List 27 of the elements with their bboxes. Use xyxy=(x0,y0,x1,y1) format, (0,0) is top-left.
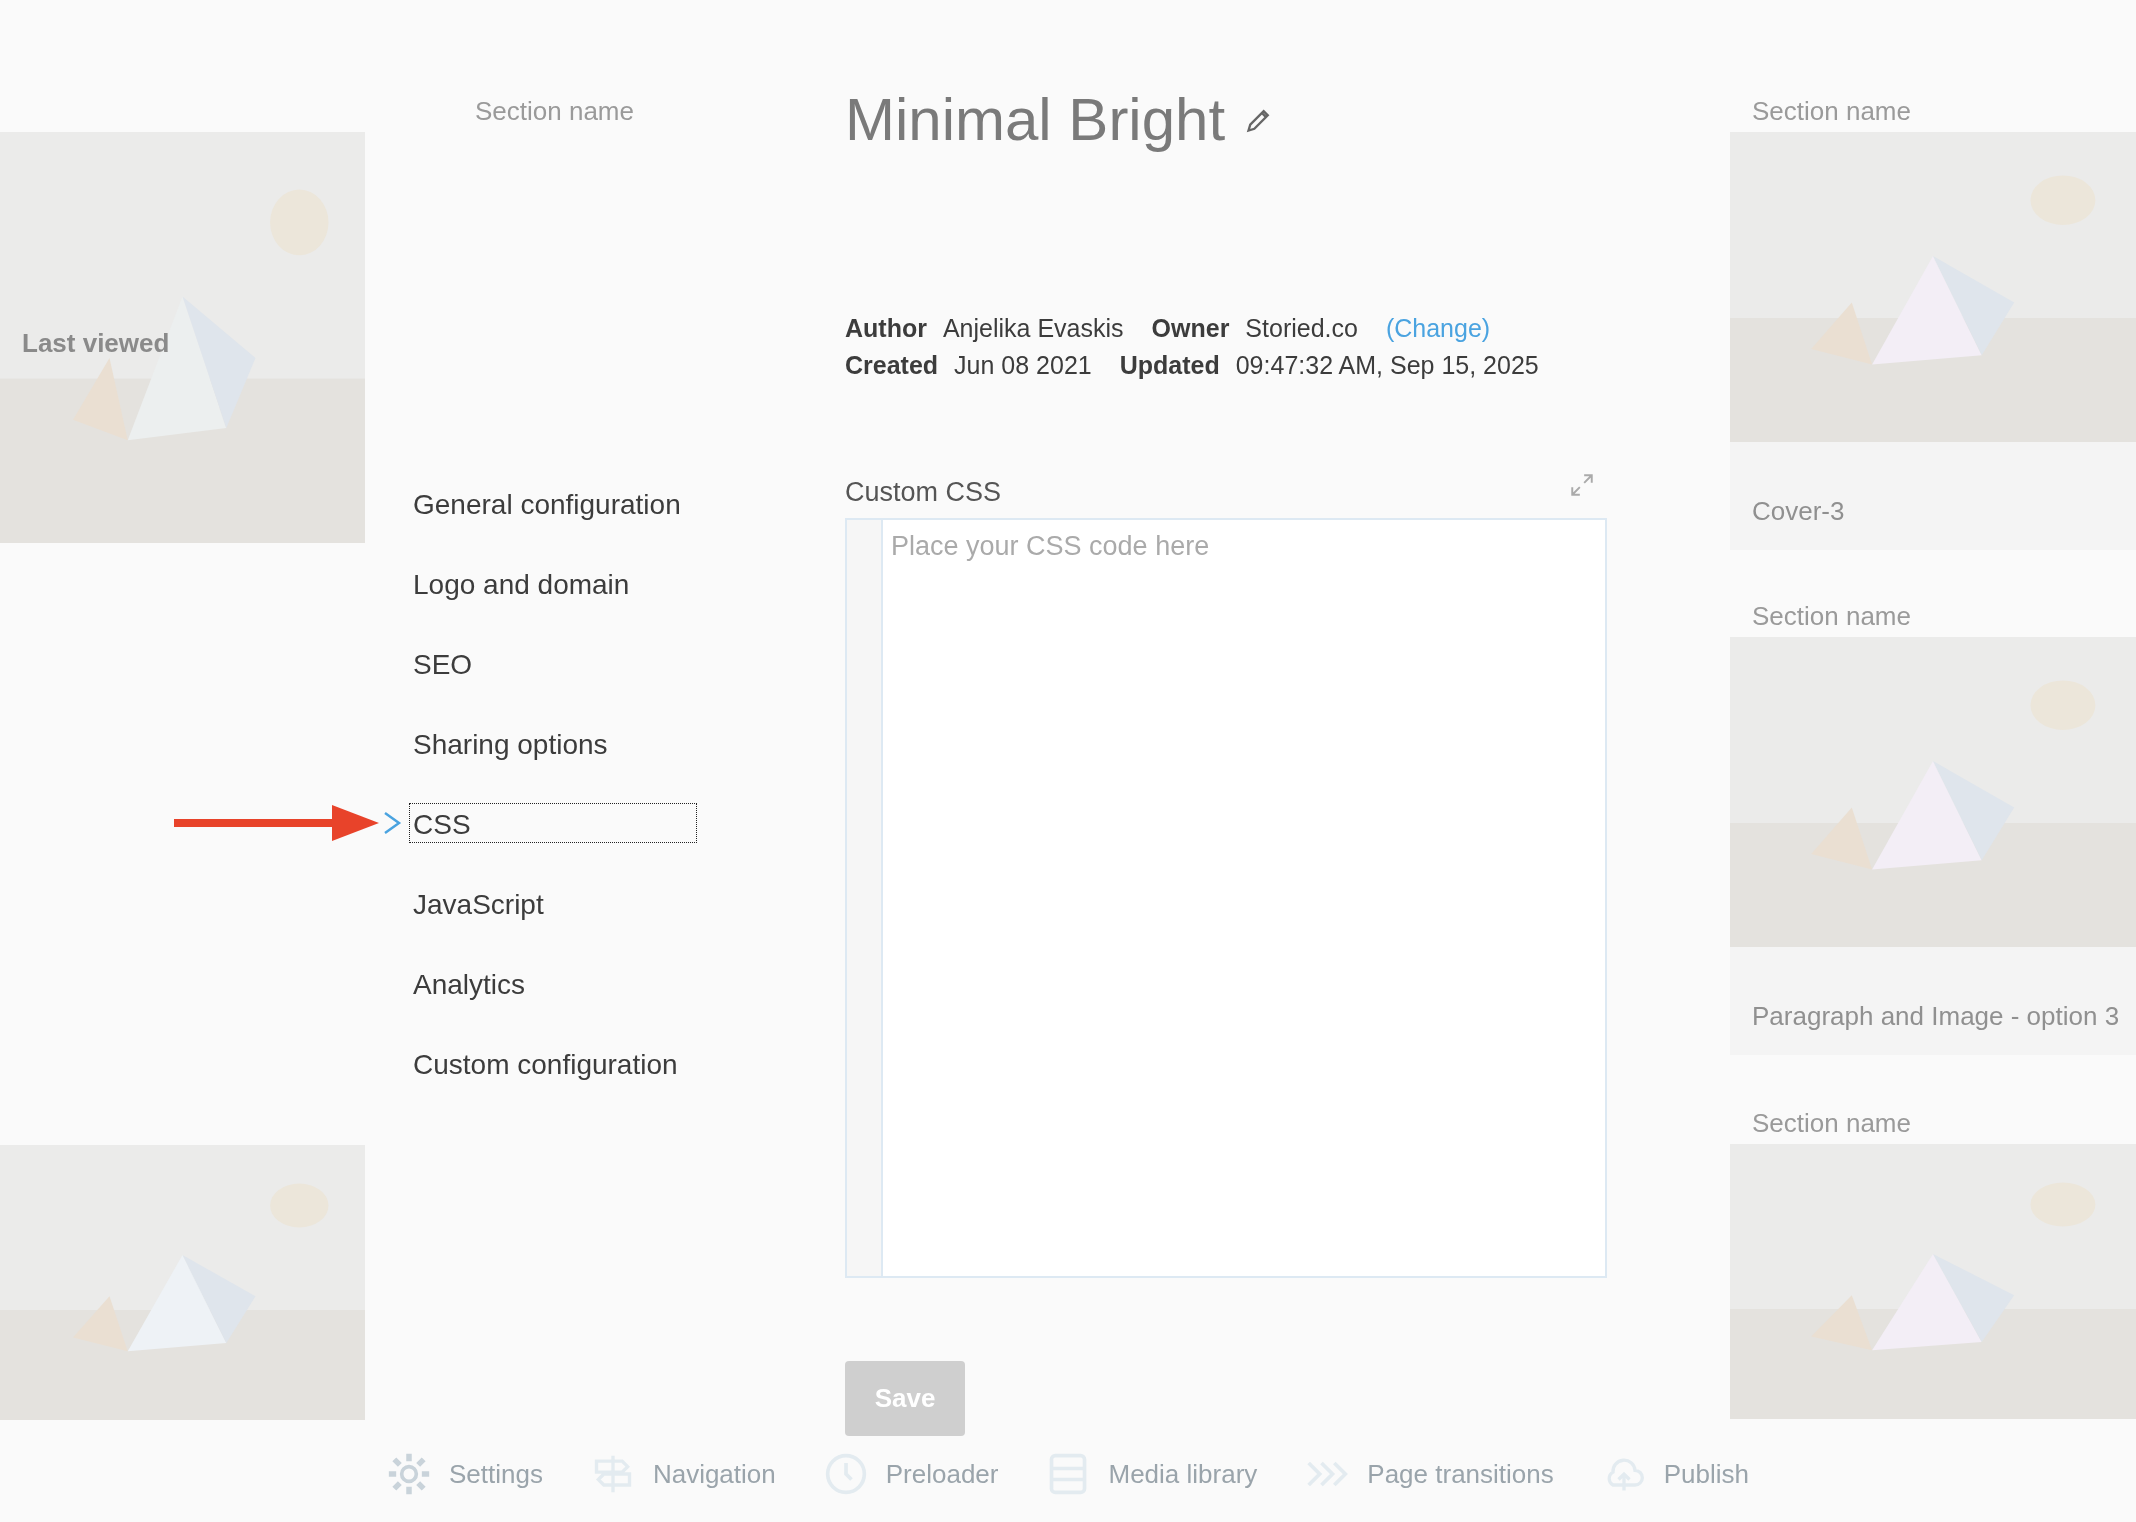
code-editor[interactable]: Place your CSS code here xyxy=(845,518,1607,1278)
nav-item[interactable]: General configuration xyxy=(409,483,697,523)
meta-value: 09:47:32 AM, Sep 15, 2025 xyxy=(1235,349,1539,381)
meta-value: Storied.co xyxy=(1245,312,1358,344)
meta-label: Owner xyxy=(1151,312,1230,344)
meta-value: Jun 08 2021 xyxy=(954,349,1092,381)
meta-label: Updated xyxy=(1119,349,1220,381)
card-caption: Last viewed xyxy=(22,327,170,360)
section-heading: Section name xyxy=(475,95,634,128)
nav-item[interactable]: Custom configuration xyxy=(409,1043,697,1083)
nav-item[interactable]: CSS xyxy=(409,803,697,843)
nav-item[interactable]: Logo and domain xyxy=(409,563,697,603)
meta-label: Created xyxy=(845,349,939,381)
gear-icon xyxy=(386,1452,431,1496)
section-heading: Section name xyxy=(1752,1107,1911,1140)
meta-label: Author xyxy=(845,312,927,344)
card-caption: Cover-3 xyxy=(1752,495,1846,528)
field-label: Custom CSS xyxy=(845,476,1002,509)
section-heading: Section name xyxy=(1752,600,1911,633)
nav-item[interactable]: JavaScript xyxy=(409,883,697,923)
meta-value: Anjelika Evaskis xyxy=(942,312,1124,344)
nav-item[interactable]: SEO xyxy=(409,643,697,683)
nav-item[interactable]: Sharing options xyxy=(409,723,697,763)
page-title: Minimal Bright xyxy=(845,85,1226,155)
section-heading: Section name xyxy=(1752,95,1911,128)
nav-item[interactable]: Analytics xyxy=(409,963,697,1003)
card-caption: Paragraph and Image - option 3 xyxy=(1752,1000,2121,1033)
